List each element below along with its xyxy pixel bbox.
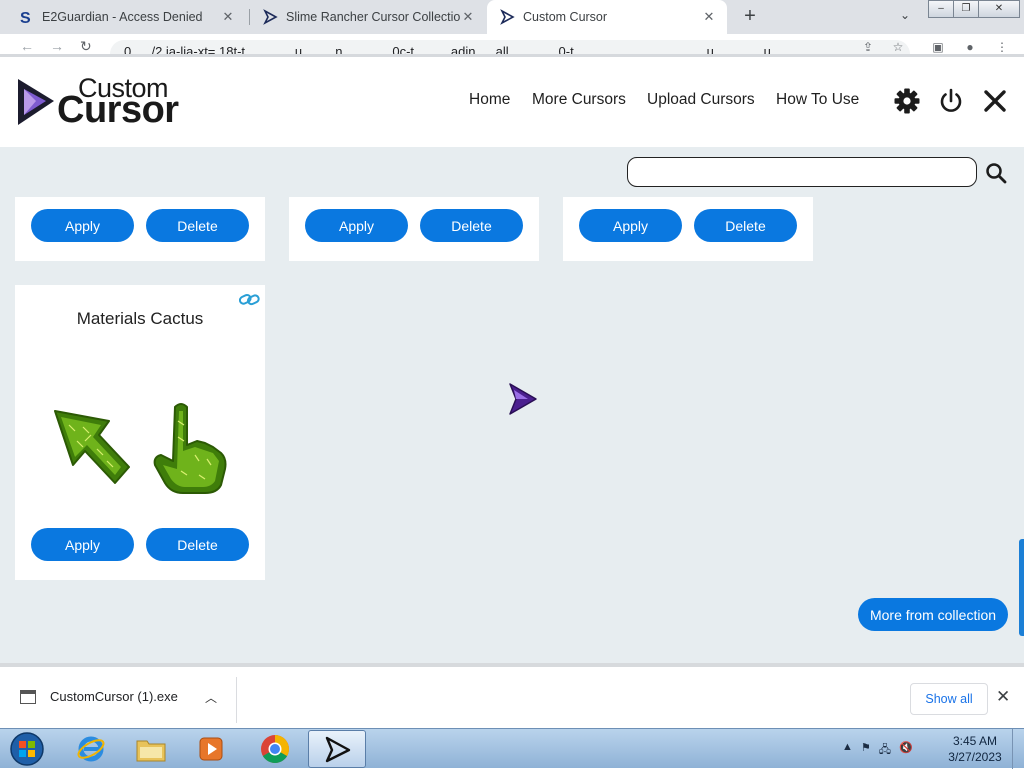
tab-custom-cursor[interactable]: Custom Cursor ✕ [487,0,727,34]
tab-strip: S E2Guardian - Access Denied ✕ Slime Ran… [0,0,1024,34]
cactus-arrow-cursor-image [54,410,130,484]
show-all-button[interactable]: Show all [910,683,988,715]
forward-arrow-icon[interactable]: → [50,38,64,54]
custom-cursor-app-icon [325,736,351,763]
page-content: Custom Cursor Home More Cursors Upload C… [0,57,1024,663]
media-player-icon [199,737,223,761]
link-icon[interactable] [239,293,261,307]
taskbar-chrome[interactable] [246,730,304,768]
cactus-hand-cursor-image [153,403,227,494]
browser-menu-icon[interactable]: ⋮ [994,40,1010,54]
volume-muted-icon[interactable]: 🔇 [899,741,913,760]
taskbar-media-player[interactable] [182,730,240,768]
cursor-card-title: Materials Cactus [76,309,204,328]
apply-button[interactable]: Apply [579,209,682,242]
close-tab-icon[interactable]: ✕ [460,9,476,25]
custom-cursor-favicon-icon [499,9,515,25]
settings-gear-icon[interactable] [893,87,921,115]
e2guardian-favicon-icon: S [18,9,34,25]
system-tray: ▲ ⚑ 🖧 🔇 [842,741,913,760]
close-tab-icon[interactable]: ✕ [220,9,236,25]
side-feedback-tab[interactable] [1019,539,1024,636]
nav-upload-cursors[interactable]: Upload Cursors [647,91,755,109]
mouse-cursor-icon [509,383,537,415]
start-button-icon[interactable] [4,730,50,768]
bookmark-star-icon[interactable]: ☆ [890,40,906,54]
chrome-icon [261,735,289,763]
close-x-icon[interactable] [981,87,1009,115]
apply-button[interactable]: Apply [305,209,408,242]
reload-icon[interactable]: ↻ [80,38,92,54]
delete-button[interactable]: Delete [420,209,523,242]
taskbar-clock[interactable]: 3:45 AM 3/27/2023 [944,733,1006,765]
tab-title: Slime Rancher Cursor Collection [286,10,460,24]
cursor-card: Apply Delete [289,197,539,261]
cursor-card-materials-cactus: Materials Cactus Apply Delete [15,285,265,580]
tab-slime-rancher[interactable]: Slime Rancher Cursor Collection ✕ [250,0,486,34]
action-center-flag-icon[interactable]: ⚑ [861,741,871,760]
close-tab-icon[interactable]: ✕ [701,9,717,25]
internet-explorer-icon [77,736,105,762]
apply-button[interactable]: Apply [31,528,134,561]
download-divider [236,677,237,723]
tab-search-chevron-icon[interactable]: ⌄ [896,8,914,26]
exe-file-icon [20,689,36,704]
nav-more-cursors[interactable]: More Cursors [532,91,626,109]
tab-title: E2Guardian - Access Denied [42,10,203,24]
clock-date: 3/27/2023 [948,750,1002,764]
show-hidden-icons-icon[interactable]: ▲ [842,741,853,760]
site-header: Custom Cursor Home More Cursors Upload C… [0,57,1024,147]
chevron-up-icon[interactable]: ︿ [205,689,217,706]
address-bar[interactable]: 0 … /2 ja-lia-xt= 18t-t… … … u… … n… … …… [110,40,910,54]
folder-icon [136,740,166,762]
custom-cursor-logo[interactable]: Custom Cursor [14,71,194,131]
network-icon[interactable]: 🖧 [879,741,891,760]
logo-text-cursor: Cursor [57,89,179,131]
more-from-collection-button[interactable]: More from collection [858,598,1008,631]
power-icon[interactable] [937,87,965,115]
search-icon[interactable] [984,161,1008,185]
profile-avatar-icon[interactable]: ● [962,40,978,54]
tab-e2guardian[interactable]: S E2Guardian - Access Denied ✕ [6,0,246,34]
window-close-button[interactable]: ✕ [978,0,1020,18]
maximize-button[interactable]: ❐ [953,0,979,18]
new-tab-button[interactable]: + [738,4,762,28]
back-arrow-icon[interactable]: ← [20,38,34,54]
cursor-card: Apply Delete [15,197,265,261]
taskbar-file-explorer[interactable] [122,730,180,768]
extensions-icon[interactable]: ▣ [930,40,946,54]
close-download-bar-icon[interactable]: ✕ [996,687,1010,707]
browser-toolbar: ← → ↻ 0 … /2 ja-lia-xt= 18t-t… … … u… … … [0,34,1024,54]
delete-button[interactable]: Delete [694,209,797,242]
cursor-card: Apply Delete [563,197,813,261]
delete-button[interactable]: Delete [146,209,249,242]
share-icon[interactable]: ⇪ [860,40,876,54]
download-bar: CustomCursor (1).exe ︿ Show all ✕ [0,663,1024,728]
custom-cursor-favicon-icon [262,9,278,25]
search-input[interactable] [627,157,977,187]
logo-arrow-icon [18,79,54,125]
taskbar-custom-cursor[interactable] [308,730,366,768]
apply-button[interactable]: Apply [31,209,134,242]
show-desktop-button[interactable] [1012,729,1024,769]
download-filename: CustomCursor (1).exe [50,689,178,704]
nav-how-to-use[interactable]: How To Use [776,91,859,109]
delete-button[interactable]: Delete [146,528,249,561]
nav-home[interactable]: Home [469,91,510,109]
tab-title: Custom Cursor [523,10,608,24]
taskbar-internet-explorer[interactable] [62,730,120,768]
download-item[interactable]: CustomCursor (1).exe [20,689,178,704]
clock-time: 3:45 AM [952,734,998,748]
window-controls: – ❐ ✕ [928,0,1020,18]
svg-text:S: S [20,10,31,25]
minimize-button[interactable]: – [928,0,954,18]
windows-taskbar: ▲ ⚑ 🖧 🔇 3:45 AM 3/27/2023 [0,728,1024,769]
